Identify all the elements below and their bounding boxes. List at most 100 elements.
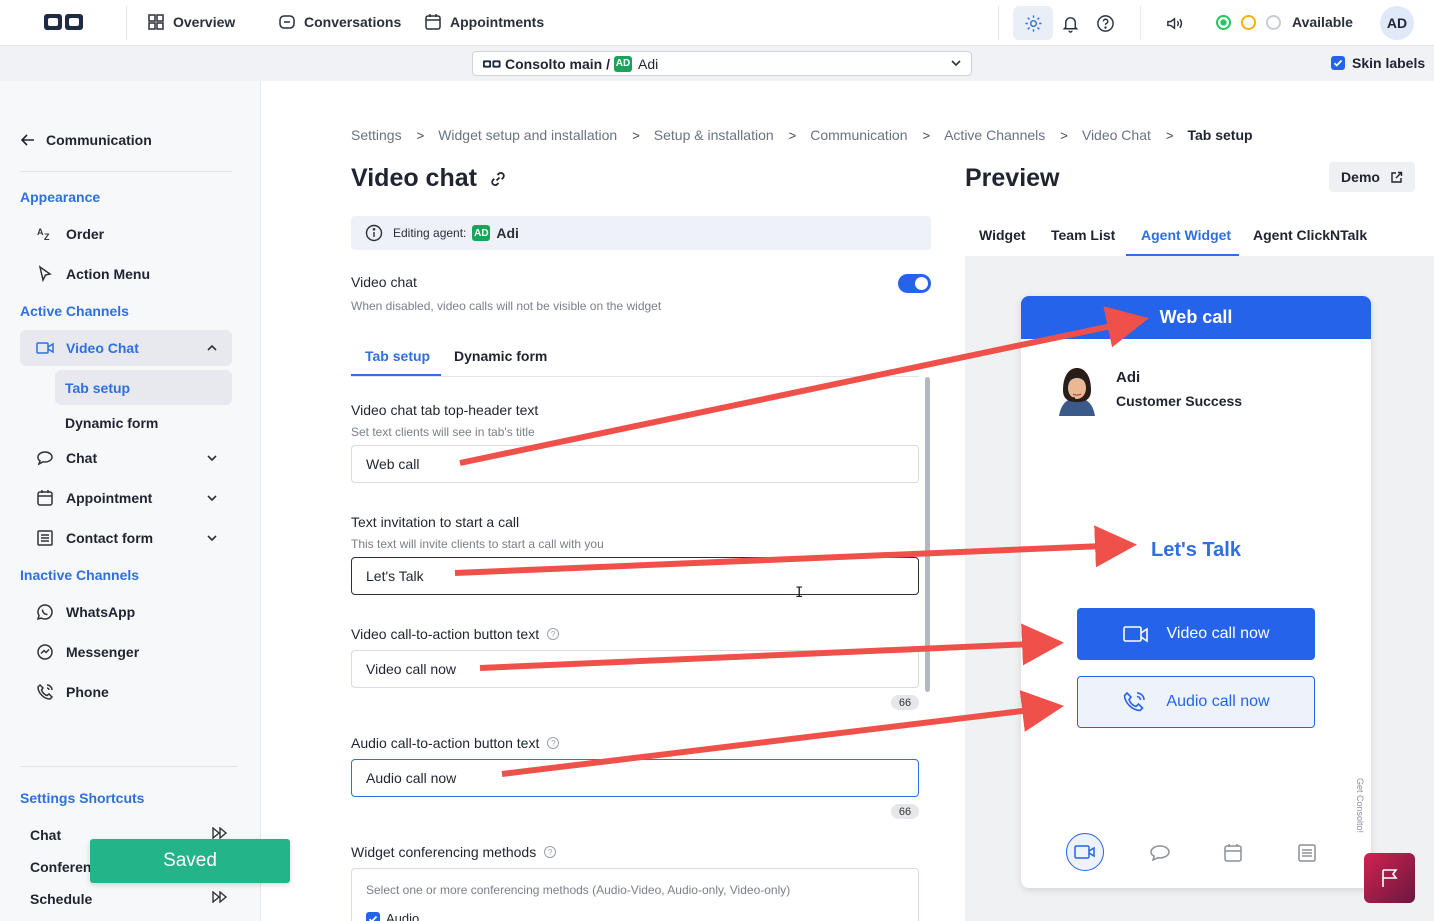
video-chat-toggle[interactable] [898,274,931,293]
tab-dynamic-form[interactable]: Dynamic form [454,348,547,364]
sidebar-item-appointment[interactable]: Appointment [20,480,232,516]
sidebar-divider [20,766,238,767]
tab-agent-clickntalk[interactable]: Agent ClickNTalk [1253,227,1367,243]
tab-widget[interactable]: Widget [979,227,1026,243]
nav-conversations[interactable]: Conversations [278,13,401,31]
sidebar-sub-tab-setup[interactable]: Tab setup [55,370,232,405]
demo-button[interactable]: Demo [1329,162,1415,192]
sidebar-item-chat[interactable]: Chat [20,440,232,476]
video-camera-icon [1122,626,1148,643]
conferencing-methods-box: Select one or more conferencing methods … [351,868,919,921]
page-title-text: Video chat [351,164,477,192]
whatsapp-icon [36,604,53,621]
notifications-button[interactable] [1050,6,1090,40]
link-icon[interactable] [489,170,507,188]
tab-agent-widget[interactable]: Agent Widget [1141,227,1231,243]
sidebar-item-label: Messenger [66,644,140,660]
help-icon[interactable]: ? [547,737,560,749]
calendar-icon [425,14,441,30]
top-navigation: Overview Conversations Appointments Avai… [0,0,1434,46]
widget-footer-form-tab[interactable] [1287,835,1327,871]
nav-appointments[interactable]: Appointments [424,13,544,31]
breadcrumb-item[interactable]: Widget setup and installation [438,127,617,143]
chevron-up-icon[interactable] [204,340,220,356]
nav-conversations-label: Conversations [304,14,402,30]
chevron-down-icon[interactable] [204,450,220,466]
status-away-radio[interactable] [1241,15,1256,30]
settings-button[interactable] [1013,6,1053,40]
preview-tabs: Widget Team List Agent Widget Agent Clic… [965,216,1434,256]
editing-agent-name: Adi [496,225,519,241]
widget-video-call-label: Video call now [1166,625,1270,642]
video-cta-input[interactable]: Video call now [351,650,919,688]
widget-footer-video-tab[interactable] [1066,833,1104,871]
fast-forward-icon [212,827,228,839]
widget-header: Web call [1021,296,1371,339]
video-cta-label: Video call-to-action button text ? [351,626,560,642]
widget-powered-by-link[interactable]: Get Consolto! [1355,778,1365,833]
nav-divider [126,6,127,40]
audio-cta-input[interactable]: Audio call now [351,759,919,797]
breadcrumb-item[interactable]: Active Channels [944,127,1045,143]
consolto-logo[interactable] [44,12,84,32]
account-bar: Consolto main / AD Adi Skin labels [0,46,1434,81]
help-icon[interactable]: ? [544,846,557,858]
audio-cta-char-counter: 66 [891,804,919,819]
breadcrumb-item[interactable]: Video Chat [1082,127,1151,143]
sidebar-item-label: WhatsApp [66,604,136,620]
launcher-button[interactable] [1364,853,1415,903]
status-offline-radio[interactable] [1266,15,1281,30]
shortcut-label: Conferen [30,859,92,875]
nav-divider [998,6,999,40]
sidebar-item-contact-form[interactable]: Contact form [20,520,232,556]
breadcrumb-separator: > [1060,127,1068,143]
skin-labels-checkbox[interactable]: Skin labels [1331,55,1425,71]
breadcrumb-separator: > [1165,127,1174,143]
account-name: Consolto main / [505,55,610,72]
help-button[interactable] [1085,6,1125,40]
shortcut-schedule[interactable]: Schedule [30,891,228,907]
sidebar-item-action-menu[interactable]: Action Menu [20,256,232,292]
gear-icon [1024,14,1042,32]
header-text-hint: Set text clients will see in tab's title [351,425,535,439]
sidebar-item-messenger[interactable]: Messenger [20,634,232,670]
breadcrumb-separator: > [416,127,425,143]
sidebar-item-video-chat[interactable]: Video Chat [20,330,232,366]
invitation-input[interactable]: Let's Talk [351,557,919,595]
status-online-radio[interactable] [1216,15,1231,30]
tab-team-list[interactable]: Team List [1051,227,1115,243]
breadcrumb-item[interactable]: Setup & installation [654,127,774,143]
help-icon [1096,14,1114,32]
sidebar-item-phone[interactable]: Phone [20,674,232,710]
help-icon[interactable]: ? [547,628,560,640]
agent-badge: AD [614,55,632,72]
chevron-down-icon[interactable] [204,490,220,506]
widget-audio-call-label: Audio call now [1166,693,1270,710]
conferencing-audio-checkbox[interactable]: Audio [366,911,419,921]
sidebar-sub-dynamic-form[interactable]: Dynamic form [55,405,232,440]
cursor-pointer-icon [38,265,52,283]
widget-footer-appointment-tab[interactable] [1213,835,1253,871]
breadcrumb-item[interactable]: Communication [810,127,907,143]
header-text-input[interactable]: Web call [351,445,919,483]
agent-avatar [1051,366,1103,416]
widget-video-call-button[interactable]: Video call now [1077,608,1315,660]
sound-button[interactable] [1154,6,1194,40]
sidebar-item-label: Video Chat [66,340,139,356]
nav-overview[interactable]: Overview [147,13,235,31]
breadcrumb-item[interactable]: Settings [351,127,402,143]
user-avatar[interactable]: AD [1380,6,1414,40]
sidebar-item-whatsapp[interactable]: WhatsApp [20,594,232,630]
form-scrollbar[interactable] [925,377,930,692]
check-icon [1333,59,1343,67]
chevron-down-icon[interactable] [204,530,220,546]
sidebar-item-order[interactable]: AZ Order [20,216,232,252]
widget-audio-call-button[interactable]: Audio call now [1077,676,1315,728]
account-selector[interactable]: Consolto main / AD Adi [472,51,972,76]
widget-footer-chat-tab[interactable] [1140,835,1180,871]
back-to-communication[interactable]: Communication [20,132,152,148]
breadcrumb-separator: > [632,127,640,143]
fast-forward-icon [212,891,228,903]
grid-icon [148,14,164,30]
tab-tab-setup[interactable]: Tab setup [365,348,430,364]
